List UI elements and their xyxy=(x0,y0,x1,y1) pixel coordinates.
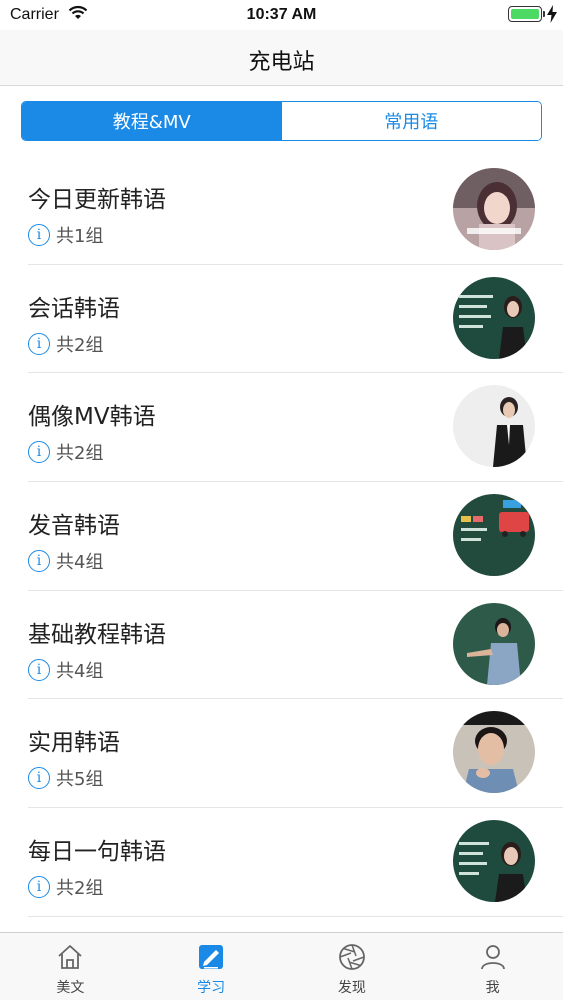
navigation-bar: 充电站 xyxy=(0,30,563,86)
info-icon: i xyxy=(28,658,50,681)
info-icon: i xyxy=(28,876,50,899)
tab-label: 美文 xyxy=(56,980,85,996)
item-meta: i 共2组 xyxy=(28,441,104,465)
item-count: 共2组 xyxy=(56,878,104,900)
aperture-icon xyxy=(336,941,368,973)
thumbnail-image xyxy=(453,168,535,250)
tab-me[interactable]: 我 xyxy=(422,933,563,1000)
item-title: 偶像MV韩语 xyxy=(28,404,156,431)
item-title: 今日更新韩语 xyxy=(28,187,166,213)
item-count: 共2组 xyxy=(56,334,104,356)
list-item[interactable]: 每日一句韩语 i 共2组 xyxy=(28,808,563,917)
info-icon: i xyxy=(28,767,50,790)
list-item[interactable]: 基础教程韩语 i 共4组 xyxy=(28,591,563,700)
list-item[interactable]: 今日更新韩语 i 共1组 xyxy=(28,156,563,265)
segmented-control: 教程&MV 常用语 xyxy=(21,101,542,141)
status-time: 10:37 AM xyxy=(246,6,317,23)
item-meta: i 共4组 xyxy=(28,658,104,682)
item-title: 基础教程韩语 xyxy=(28,621,166,648)
item-count: 共5组 xyxy=(56,769,104,791)
list-item[interactable]: 会话韩语 i 共2组 xyxy=(28,265,563,374)
status-bar: Carrier 10:37 AM xyxy=(0,0,563,30)
item-title: 发音韩语 xyxy=(28,513,120,540)
info-icon: i xyxy=(28,332,50,355)
tab-discover[interactable]: 发现 xyxy=(282,933,423,1000)
thumbnail-image xyxy=(453,711,535,794)
tab-label: 发现 xyxy=(337,980,366,996)
battery-fill xyxy=(511,9,539,19)
thumbnail-image xyxy=(453,602,535,685)
list-item[interactable]: 发音韩语 i 共4组 xyxy=(28,482,563,591)
tab-bar: 美文 学习 发现 我 xyxy=(0,932,563,1000)
segment-common-phrases[interactable]: 常用语 xyxy=(281,102,541,140)
home-icon xyxy=(54,941,86,973)
item-title: 实用韩语 xyxy=(28,730,120,757)
item-meta: i 共1组 xyxy=(28,224,104,247)
item-meta: i 共2组 xyxy=(28,332,104,356)
item-count: 共1组 xyxy=(56,226,104,247)
battery-tip xyxy=(543,11,545,17)
item-meta: i 共2组 xyxy=(28,876,104,900)
info-icon: i xyxy=(28,441,50,464)
list-item[interactable]: 偶像MV韩语 i 共2组 xyxy=(28,373,563,483)
item-title: 每日一句韩语 xyxy=(28,839,166,866)
person-icon xyxy=(477,941,509,973)
item-count: 共2组 xyxy=(56,443,104,465)
thumbnail-image xyxy=(453,385,535,468)
item-title: 会话韩语 xyxy=(28,295,120,322)
category-list: 今日更新韩语 i 共1组 会话韩语 i 共2组 偶像MV韩语 i 共2组 发音韩… xyxy=(0,156,563,917)
tab-study[interactable]: 学习 xyxy=(141,933,282,1000)
page-title: 充电站 xyxy=(248,50,315,75)
segment-tutorials-mv[interactable]: 教程&MV xyxy=(22,102,282,140)
tab-label: 学习 xyxy=(197,980,226,996)
thumbnail-image xyxy=(453,820,535,903)
list-item[interactable]: 实用韩语 i 共5组 xyxy=(28,699,563,809)
info-icon: i xyxy=(28,224,50,246)
item-count: 共4组 xyxy=(56,660,104,682)
item-meta: i 共4组 xyxy=(28,550,104,574)
tab-label: 我 xyxy=(485,980,500,996)
tab-articles[interactable]: 美文 xyxy=(0,933,141,1000)
item-meta: i 共5组 xyxy=(28,767,104,791)
thumbnail-image xyxy=(453,276,535,359)
info-icon: i xyxy=(28,550,50,573)
charging-bolt-icon xyxy=(547,5,557,28)
item-count: 共4组 xyxy=(56,552,104,574)
notebook-pen-icon xyxy=(195,941,227,973)
thumbnail-image xyxy=(453,494,535,577)
battery-icon xyxy=(508,6,542,22)
